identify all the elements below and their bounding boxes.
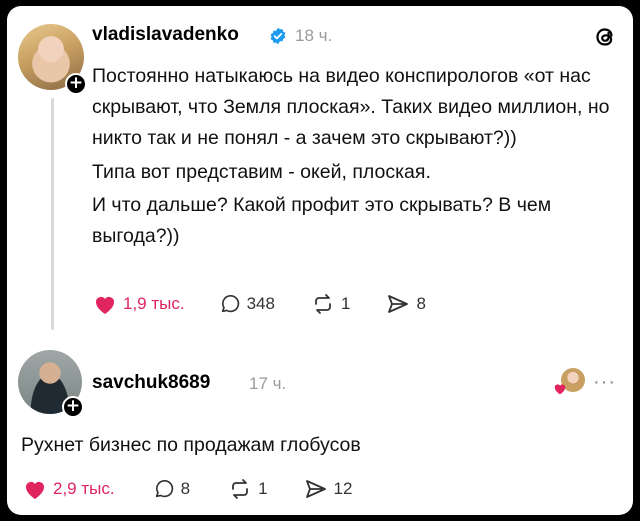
- reply-time: 17 ч.: [249, 374, 287, 393]
- heart-icon: [96, 297, 114, 314]
- repost-button[interactable]: 1: [311, 293, 350, 315]
- reply-repost-count: 1: [258, 479, 268, 498]
- follow-plus-icon[interactable]: +: [62, 396, 84, 418]
- follow-plus-icon[interactable]: +: [65, 73, 87, 95]
- share-icon: [305, 480, 326, 498]
- post-text-line: И что дальше? Какой профит это скрывать?…: [92, 194, 552, 247]
- reply-username[interactable]: savchuk8689: [92, 372, 210, 394]
- comment-icon: [221, 295, 239, 313]
- share-icon: [388, 295, 409, 313]
- post-time: 18 ч.: [295, 26, 333, 45]
- heart-icon: [26, 482, 44, 499]
- reply-like-button[interactable]: 2,9 тыс.: [23, 478, 115, 500]
- author-username[interactable]: vladislavadenko: [92, 24, 239, 46]
- author-like-avatar-icon: [553, 368, 585, 400]
- reply-comment-button[interactable]: 8: [153, 478, 190, 500]
- threads-icon[interactable]: [592, 24, 618, 50]
- verified-badge-icon: [270, 27, 286, 45]
- post-text-line: Постоянно натыкаюсь на видео конспиролог…: [92, 65, 610, 149]
- repost-icon: [315, 294, 331, 314]
- thread-line: [51, 98, 54, 330]
- post-text-line: Типа вот представим - окей, плоская.: [92, 161, 431, 183]
- like-count: 1,9 тыс.: [123, 294, 185, 313]
- reply-share-button[interactable]: 12: [304, 478, 353, 500]
- comment-count: 348: [246, 294, 275, 313]
- reply-actions: 2,9 тыс. 8 1 12: [23, 478, 352, 500]
- reply-comment-count: 8: [180, 479, 191, 498]
- comment-button[interactable]: 348: [219, 293, 275, 315]
- share-button[interactable]: 8: [386, 293, 426, 315]
- post-actions: 1,9 тыс. 348 1 8: [93, 293, 426, 315]
- repost-icon: [232, 479, 248, 499]
- reply-body: Рухнет бизнес по продажам глобусов: [21, 434, 361, 456]
- share-count: 8: [416, 294, 426, 313]
- threads-post-card: + vladislavadenko 18 ч. Постоянно натыка…: [7, 6, 633, 515]
- reply-repost-button[interactable]: 1: [228, 478, 268, 500]
- reply-like-count: 2,9 тыс.: [53, 479, 115, 498]
- post-body: Постоянно натыкаюсь на видео конспиролог…: [92, 61, 612, 252]
- reply-share-count: 12: [333, 479, 353, 498]
- like-button[interactable]: 1,9 тыс.: [93, 293, 185, 315]
- more-icon[interactable]: ···: [593, 371, 616, 394]
- comment-icon: [155, 480, 173, 498]
- repost-count: 1: [340, 294, 351, 313]
